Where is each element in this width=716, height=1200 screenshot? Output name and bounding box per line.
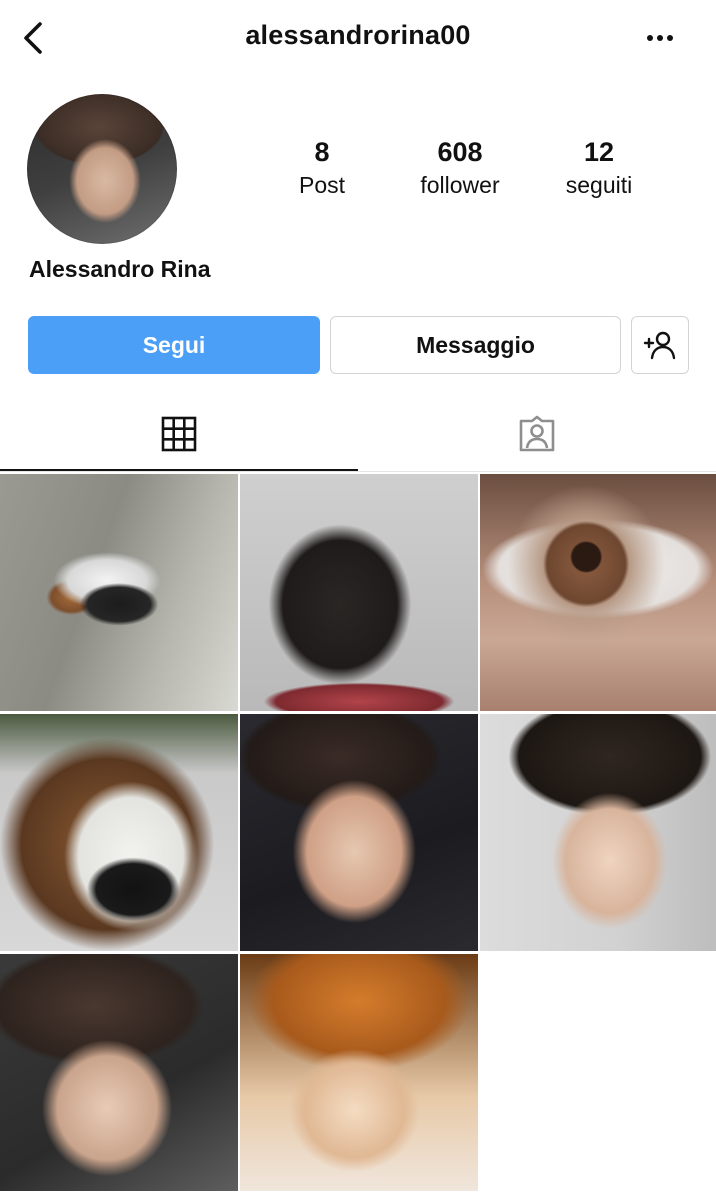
add-person-icon xyxy=(643,331,676,360)
post-thumbnail[interactable] xyxy=(480,714,716,951)
post-thumbnail[interactable] xyxy=(240,954,478,1191)
avatar-border xyxy=(27,94,177,244)
post-thumbnail[interactable] xyxy=(0,474,238,711)
post-thumbnail[interactable] xyxy=(480,474,716,711)
grid-icon xyxy=(161,416,197,452)
post-thumbnail[interactable] xyxy=(240,714,478,951)
tab-posts-grid[interactable] xyxy=(0,398,358,470)
stat-posts-value: 8 xyxy=(314,137,330,167)
post-thumbnail[interactable] xyxy=(240,474,478,711)
stat-following-label: seguiti xyxy=(565,172,633,198)
profile-header: alessandrorina00 xyxy=(0,0,716,78)
stat-followers-label: follower xyxy=(420,172,500,198)
stat-followers-value: 608 xyxy=(437,137,483,167)
post-thumbnail[interactable] xyxy=(0,714,238,951)
message-button[interactable]: Messaggio xyxy=(330,316,621,374)
stat-followers[interactable]: 608 follower xyxy=(385,136,535,200)
page-title: alessandrorina00 xyxy=(245,20,471,50)
post-thumbnail[interactable] xyxy=(0,954,238,1191)
follow-button[interactable]: Segui xyxy=(28,316,320,374)
tab-tagged[interactable] xyxy=(358,398,716,470)
more-horizontal-icon[interactable] xyxy=(644,30,676,46)
suggest-people-button[interactable] xyxy=(631,316,689,374)
tagged-person-icon xyxy=(519,415,555,452)
profile-full-name: Alessandro Rina xyxy=(29,256,211,282)
stat-posts[interactable]: 8 Post xyxy=(247,136,397,200)
stat-following[interactable]: 12 seguiti xyxy=(524,136,674,200)
stat-posts-label: Post xyxy=(298,172,346,198)
stat-following-value: 12 xyxy=(583,137,615,167)
tab-divider xyxy=(0,471,716,472)
